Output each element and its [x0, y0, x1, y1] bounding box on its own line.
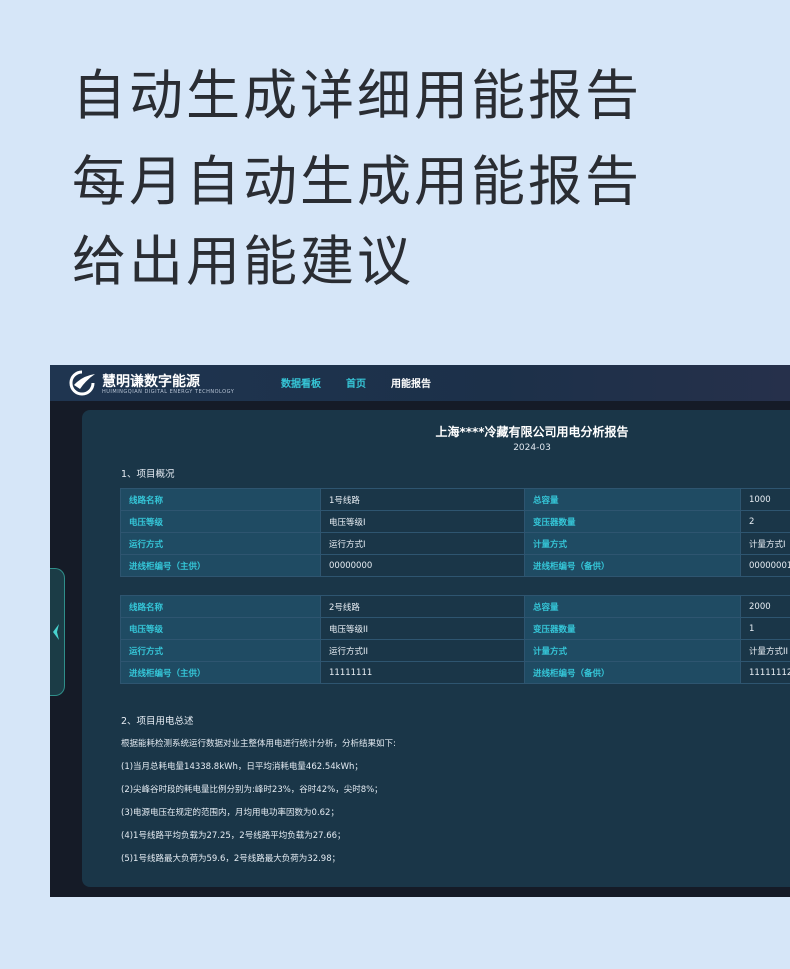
- table-value-cell: 计量方式II: [740, 639, 790, 662]
- report-date: 2024-03: [513, 443, 551, 453]
- table-value-cell: 2号线路: [320, 595, 525, 618]
- table-row: 线路名称 2号线路 总容量 2000: [120, 595, 790, 618]
- table-value-cell: 电压等级I: [320, 510, 525, 533]
- summary-item: (3)电源电压在规定的范围内，月均用电功率因数为0.62；: [121, 808, 339, 818]
- table-label-cell: 电压等级: [120, 617, 321, 640]
- table-label-cell: 运行方式: [120, 532, 321, 555]
- hero-title-line-3: 给出用能建议: [72, 230, 414, 293]
- table-row: 运行方式 运行方式II 计量方式 计量方式II: [120, 639, 790, 662]
- table-value-cell: 1000: [740, 488, 790, 511]
- table-row: 电压等级 电压等级II 变压器数量 1: [120, 617, 790, 640]
- table-value-cell: 11111111: [320, 661, 525, 684]
- nav-energy-report[interactable]: 用能报告: [391, 375, 431, 390]
- line-1-info-table: 线路名称 1号线路 总容量 1000 电压等级 电压等级I 变压器数量 2 运行…: [120, 488, 790, 577]
- summary-intro: 根据能耗检测系统运行数据对业主整体用电进行统计分析，分析结果如下:: [121, 739, 396, 749]
- table-row: 进线柜编号（主供） 00000000 进线柜编号（备供） 00000001: [120, 554, 790, 577]
- chevron-left-icon: [53, 624, 59, 640]
- table-row: 线路名称 1号线路 总容量 1000: [120, 488, 790, 511]
- section-heading-overview: 1、项目概况: [121, 469, 175, 480]
- table-value-cell: 1号线路: [320, 488, 525, 511]
- table-value-cell: 11111112: [740, 661, 790, 684]
- summary-item: (4)1号线路平均负载为27.25，2号线路平均负载为27.66；: [121, 831, 346, 841]
- table-label-cell: 总容量: [524, 595, 741, 618]
- nav-data-dashboard[interactable]: 数据看板: [281, 375, 321, 390]
- table-value-cell: 2: [740, 510, 790, 533]
- table-label-cell: 线路名称: [120, 488, 321, 511]
- report-title: 上海****冷藏有限公司用电分析报告: [435, 425, 629, 439]
- table-value-cell: 2000: [740, 595, 790, 618]
- table-value-cell: 运行方式I: [320, 532, 525, 555]
- table-label-cell: 总容量: [524, 488, 741, 511]
- table-value-cell: 运行方式II: [320, 639, 525, 662]
- table-row: 进线柜编号（主供） 11111111 进线柜编号（备供） 11111112: [120, 661, 790, 684]
- table-label-cell: 进线柜编号（主供）: [120, 661, 321, 684]
- nav-home[interactable]: 首页: [346, 375, 366, 390]
- table-value-cell: 1: [740, 617, 790, 640]
- app-window: 慧明谦数字能源 HUIMINGQIAN DIGITAL ENERGY TECHN…: [50, 365, 790, 897]
- sidebar-collapse-tab[interactable]: [50, 568, 65, 696]
- table-value-cell: 00000001: [740, 554, 790, 577]
- table-label-cell: 变压器数量: [524, 510, 741, 533]
- brand-name: 慧明谦数字能源: [102, 374, 200, 390]
- table-value-cell: 计量方式I: [740, 532, 790, 555]
- section-heading-usage-summary: 2、项目用电总述: [121, 716, 194, 727]
- summary-item: (2)尖峰谷时段的耗电量比例分别为:峰时23%，谷时42%，尖时8%；: [121, 785, 383, 795]
- summary-item: (5)1号线路最大负荷为59.6，2号线路最大负荷为32.98；: [121, 854, 341, 864]
- table-label-cell: 进线柜编号（主供）: [120, 554, 321, 577]
- table-value-cell: 电压等级II: [320, 617, 525, 640]
- table-label-cell: 计量方式: [524, 639, 741, 662]
- table-row: 电压等级 电压等级I 变压器数量 2: [120, 510, 790, 533]
- table-label-cell: 计量方式: [524, 532, 741, 555]
- hero-title-line-2: 每月自动生成用能报告: [72, 150, 642, 213]
- table-label-cell: 进线柜编号（备供）: [524, 661, 741, 684]
- table-label-cell: 进线柜编号（备供）: [524, 554, 741, 577]
- table-value-cell: 00000000: [320, 554, 525, 577]
- top-navigation-bar: 慧明谦数字能源 HUIMINGQIAN DIGITAL ENERGY TECHN…: [50, 365, 790, 401]
- table-label-cell: 运行方式: [120, 639, 321, 662]
- table-row: 运行方式 运行方式I 计量方式 计量方式I: [120, 532, 790, 555]
- line-2-info-table: 线路名称 2号线路 总容量 2000 电压等级 电压等级II 变压器数量 1 运…: [120, 595, 790, 684]
- table-label-cell: 电压等级: [120, 510, 321, 533]
- brand-subtitle: HUIMINGQIAN DIGITAL ENERGY TECHNOLOGY: [102, 389, 235, 395]
- hero-title-line-1: 自动生成详细用能报告: [72, 64, 642, 127]
- table-label-cell: 变压器数量: [524, 617, 741, 640]
- report-panel: 上海****冷藏有限公司用电分析报告 2024-03 1、项目概况 线路名称 1…: [82, 410, 790, 887]
- brand-logo-icon: [69, 370, 95, 396]
- table-label-cell: 线路名称: [120, 595, 321, 618]
- summary-item: (1)当月总耗电量14338.8kWh，日平均消耗电量462.54kWh；: [121, 762, 363, 772]
